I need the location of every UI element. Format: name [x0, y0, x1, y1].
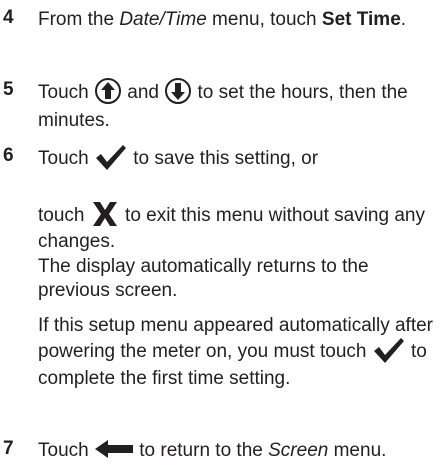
step-number: 6 [3, 145, 14, 166]
down-arrow-icon [164, 77, 192, 105]
text: Touch [38, 440, 94, 461]
step-number: 7 [3, 438, 14, 459]
step-number: 4 [3, 7, 14, 28]
text: Touch [38, 148, 94, 170]
step-text: Touch to return to the Screen menu. [38, 438, 438, 463]
text: touch [38, 205, 90, 227]
step-text-line2: touch to exit this menu without saving a… [38, 202, 438, 254]
step-note: If this setup menu appeared automaticall… [38, 313, 438, 391]
step-text-line3: The display automatically returns to the… [38, 255, 438, 303]
text: and [121, 82, 165, 104]
checkmark-icon [372, 336, 406, 364]
x-icon [90, 200, 120, 228]
step-text: From the Date/Time menu, touch Set Time. [38, 7, 438, 32]
step-text: Touch and to set the hours, then the min… [38, 77, 438, 134]
text: The display automatically returns to the… [38, 256, 369, 301]
text: menu, touch [206, 9, 322, 30]
text: . [400, 9, 407, 30]
menu-name: Screen [268, 440, 329, 461]
text: to return to the [133, 440, 269, 461]
checkmark-icon [94, 143, 128, 171]
text: Touch [38, 82, 94, 104]
up-arrow-icon [94, 77, 122, 105]
step-text-line1: Touch to save this setting, or [38, 145, 438, 173]
menu-name: Date/Time [119, 9, 207, 30]
text: menu. [328, 440, 387, 461]
back-arrow-icon [94, 439, 134, 459]
button-name: Set Time [321, 9, 401, 30]
text: From the [38, 9, 120, 30]
text: to save this setting, or [127, 148, 319, 170]
step-number: 5 [3, 79, 14, 100]
